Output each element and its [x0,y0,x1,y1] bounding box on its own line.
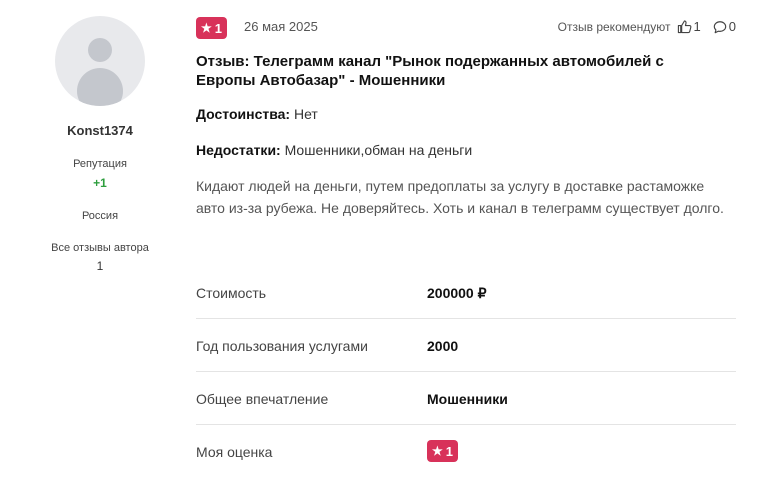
detail-row-impression: Общее впечатление Мошенники [196,372,736,425]
author-sidebar: Konst1374 Репутация +1 Россия Все отзывы… [0,0,200,467]
reputation-label: Репутация [73,158,127,170]
thumbs-up-icon [677,20,691,34]
cons-label: Недостатки: [196,142,281,158]
detail-label: Общее впечатление [196,391,329,407]
all-reviews-count: 1 [96,259,104,273]
comment-icon [713,20,727,33]
my-rating-value: 1 [445,443,453,459]
review-date: 26 мая 2025 [244,19,318,34]
star-icon: ★ [432,444,443,458]
my-rating-badge: ★ 1 [427,440,458,462]
cons-line: Недостатки: Мошенники,обман на деньги [196,142,472,158]
detail-row-year: Год пользования услугами 2000 [196,319,736,372]
detail-value: 2000 [427,338,459,354]
comments-count: 0 [728,19,736,34]
author-username[interactable]: Konst1374 [0,123,200,138]
pros-line: Достоинства: Нет [196,106,318,122]
recommend-bar: Отзыв рекомендуют 1 0 [558,19,736,34]
rating-badge: ★ 1 [196,17,227,39]
likes-count: 1 [693,19,701,34]
like-button[interactable]: 1 [677,19,701,34]
detail-label: Стоимость [196,285,267,301]
avatar-head-shape [88,38,112,62]
comments-button[interactable]: 0 [713,19,736,34]
recommend-label: Отзыв рекомендуют [557,19,671,34]
details-table: Стоимость 200000 ₽ Год пользования услуг… [196,266,736,477]
rating-value: 1 [214,20,222,36]
detail-value: Мошенники [427,391,508,407]
detail-row-my-rating: Моя оценка ★ 1 [196,425,736,477]
avatar-body-shape [77,68,123,106]
detail-row-cost: Стоимость 200000 ₽ [196,266,736,319]
detail-label: Моя оценка [196,444,273,460]
pros-label: Достоинства: [196,106,291,122]
reputation-value: +1 [93,176,107,190]
review-text: Кидают людей на деньги, путем предоплаты… [196,178,724,216]
cons-value: Мошенники,обман на деньги [284,142,473,158]
pros-value: Нет [294,106,318,122]
star-icon: ★ [201,21,212,35]
detail-value: 200000 ₽ [427,285,487,301]
all-reviews-link[interactable]: Все отзывы автора [0,242,200,254]
author-country: Россия [81,210,119,222]
review-main: ★ 1 26 мая 2025 Отзыв рекомендуют 1 0 От… [196,0,736,467]
review-title: Отзыв: Телеграмм канал "Рынок подержанны… [196,53,664,89]
detail-label: Год пользования услугами [196,338,368,354]
avatar[interactable] [55,16,145,106]
